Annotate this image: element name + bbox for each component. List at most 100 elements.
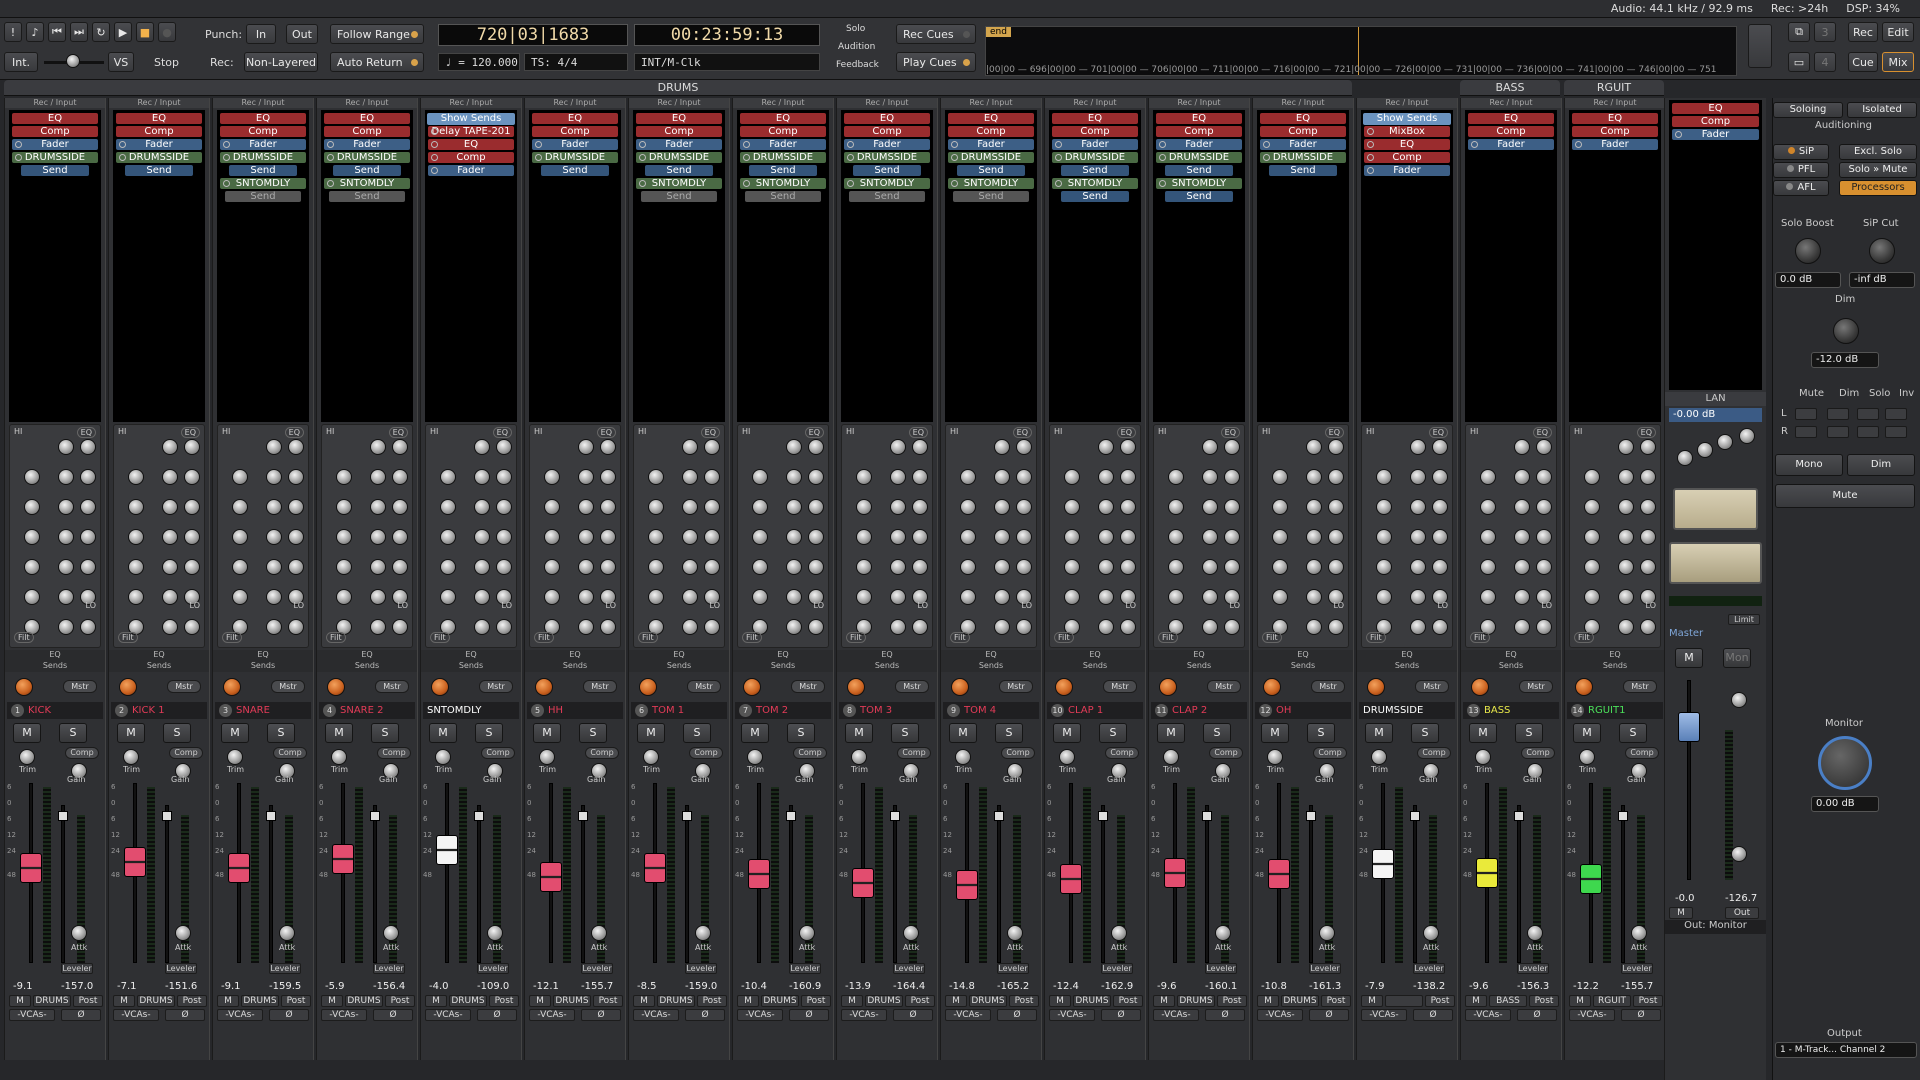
eq-knob[interactable] <box>1168 529 1184 545</box>
insert-power-icon[interactable] <box>15 154 22 161</box>
attack-knob[interactable] <box>383 925 399 941</box>
eq-knob[interactable] <box>912 499 928 515</box>
eq-knob[interactable] <box>232 559 248 575</box>
vca-button[interactable]: -VCAs- <box>1465 1009 1511 1021</box>
volume-value[interactable]: -4.0 <box>429 981 449 992</box>
attack-knob[interactable] <box>1319 925 1335 941</box>
master-send-button[interactable]: Mstr <box>583 680 617 693</box>
channel-fader[interactable] <box>1372 848 1394 879</box>
insert-power-icon[interactable] <box>847 141 854 148</box>
bus-output-button[interactable]: RGUIT <box>1593 995 1631 1007</box>
master-gain-knob[interactable] <box>1731 692 1747 708</box>
eq-knob[interactable] <box>496 619 512 635</box>
insert-slot[interactable]: DRUMSSIDE <box>532 152 618 163</box>
master-mon-button[interactable]: Mon <box>1723 648 1751 668</box>
insert-slot[interactable]: Send <box>957 165 1025 176</box>
monitor-matrix-cell[interactable] <box>1857 408 1879 420</box>
filter-toggle[interactable]: Filt <box>1262 632 1282 643</box>
eq-knob[interactable] <box>24 589 40 605</box>
limit-button[interactable]: Limit <box>1728 614 1760 625</box>
post-button[interactable]: Post <box>1113 995 1143 1007</box>
eq-knob[interactable] <box>1536 499 1552 515</box>
eq-knob[interactable] <box>704 619 720 635</box>
eq-knob[interactable] <box>1306 529 1322 545</box>
pan-knob[interactable] <box>431 678 449 696</box>
eq-knob[interactable] <box>184 439 200 455</box>
eq-knob[interactable] <box>600 499 616 515</box>
bus-output-button[interactable]: DRUMS <box>969 995 1007 1007</box>
solo-button[interactable]: S <box>1619 723 1647 743</box>
eq-knob[interactable] <box>288 439 304 455</box>
insert-slot[interactable]: Send <box>745 191 821 202</box>
attack-knob[interactable] <box>279 925 295 941</box>
insert-power-icon[interactable] <box>15 141 22 148</box>
leveler-handle[interactable] <box>994 811 1004 821</box>
cue-view-button[interactable]: Cue <box>1848 52 1878 72</box>
eq-knob[interactable] <box>1306 559 1322 575</box>
insert-power-icon[interactable] <box>431 141 438 148</box>
leveler-handle[interactable] <box>786 811 796 821</box>
monitor-matrix-cell[interactable] <box>1885 426 1907 438</box>
master-mute-button[interactable]: M <box>1675 648 1703 668</box>
master-send-button[interactable]: Mstr <box>271 680 305 693</box>
eq-knob[interactable] <box>856 469 872 485</box>
trim-knob[interactable] <box>123 749 139 765</box>
eq-knob[interactable] <box>80 499 96 515</box>
mix-view-button[interactable]: Mix <box>1882 52 1914 72</box>
comp-button[interactable]: Comp <box>273 747 307 759</box>
eq-knob[interactable] <box>856 589 872 605</box>
eq-knob[interactable] <box>1272 499 1288 515</box>
mute-button[interactable]: M <box>325 723 353 743</box>
pan-knob[interactable] <box>535 678 553 696</box>
attack-knob[interactable] <box>175 925 191 941</box>
leveler-button[interactable]: Leveler <box>1621 963 1653 974</box>
post-button[interactable]: Post <box>1321 995 1351 1007</box>
mute-small-button[interactable]: M <box>217 995 239 1007</box>
eq-knob[interactable] <box>544 589 560 605</box>
eq-knob[interactable] <box>370 559 386 575</box>
comp-button[interactable]: Comp <box>1001 747 1035 759</box>
track-name[interactable]: 12 OH <box>1255 702 1351 719</box>
eq-knob[interactable] <box>786 529 802 545</box>
eq-knob[interactable] <box>496 499 512 515</box>
volume-value[interactable]: -5.9 <box>325 981 345 992</box>
master-knob-4[interactable] <box>1739 428 1755 444</box>
eq-knob[interactable] <box>184 559 200 575</box>
insert-slot[interactable]: Fader <box>428 165 514 176</box>
eq-knob[interactable] <box>1514 589 1530 605</box>
eq-knob[interactable] <box>1376 499 1392 515</box>
rec-mode-button[interactable]: Non-Layered <box>244 52 318 72</box>
insert-power-icon[interactable] <box>1159 141 1166 148</box>
eq-knob[interactable] <box>1120 469 1136 485</box>
comp-button[interactable]: Comp <box>897 747 931 759</box>
eq-knob[interactable] <box>336 469 352 485</box>
eq-knob[interactable] <box>184 499 200 515</box>
comp-button[interactable]: Comp <box>65 747 99 759</box>
master-send-button[interactable]: Mstr <box>1311 680 1345 693</box>
eq-knob[interactable] <box>600 619 616 635</box>
eq-knob[interactable] <box>600 529 616 545</box>
eq-knob[interactable] <box>682 619 698 635</box>
insert-power-icon[interactable] <box>951 154 958 161</box>
eq-toggle[interactable]: EQ <box>492 427 512 438</box>
rec-input-label[interactable]: Rec / Input <box>5 98 105 108</box>
eq-knob[interactable] <box>162 529 178 545</box>
track-name[interactable]: 9 TOM 4 <box>943 702 1039 719</box>
eq-knob[interactable] <box>994 589 1010 605</box>
eq-knob[interactable] <box>392 619 408 635</box>
eq-knob[interactable] <box>336 559 352 575</box>
eq-knob[interactable] <box>336 529 352 545</box>
sip-button[interactable]: SiP <box>1773 144 1829 160</box>
mute-small-button[interactable]: M <box>1361 995 1383 1007</box>
leveler-handle[interactable] <box>1202 811 1212 821</box>
leveler-button[interactable]: Leveler <box>789 963 821 974</box>
post-button[interactable]: Post <box>1217 995 1247 1007</box>
rec-input-label[interactable]: Rec / Input <box>1253 98 1353 108</box>
post-button[interactable]: Post <box>1529 995 1559 1007</box>
post-button[interactable]: Post <box>281 995 311 1007</box>
punch-in-button[interactable]: In <box>246 24 276 44</box>
insert-slot[interactable]: Send <box>329 191 405 202</box>
leveler-button[interactable]: Leveler <box>685 963 717 974</box>
attack-knob[interactable] <box>799 925 815 941</box>
attack-knob[interactable] <box>71 925 87 941</box>
